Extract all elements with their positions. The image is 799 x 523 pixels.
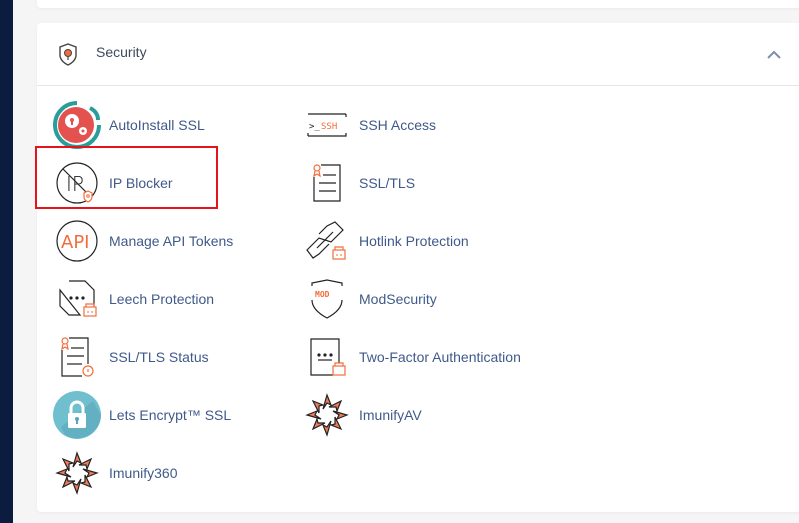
item-ssl-tls[interactable]: SSL/TLS [301, 158, 415, 208]
left-sidebar [0, 0, 13, 523]
modsecurity-shield-icon: MOD [301, 274, 353, 324]
leech-protection-icon [51, 274, 103, 324]
item-ssl-tls-status[interactable]: SSL/TLS Status [51, 332, 209, 382]
item-label: Lets Encrypt™ SSL [109, 407, 232, 423]
section-title: Security [96, 44, 147, 60]
item-imunifyav[interactable]: ImunifyAV [301, 390, 422, 440]
item-autoinstall-ssl[interactable]: AutoInstall SSL [51, 100, 205, 150]
item-imunify360[interactable]: Imunify360 [51, 448, 177, 498]
item-label: Hotlink Protection [359, 233, 469, 249]
autoinstall-ssl-icon [51, 100, 103, 150]
svg-text:MOD: MOD [315, 290, 330, 299]
item-lets-encrypt-ssl[interactable]: Lets Encrypt™ SSL [51, 390, 231, 440]
item-label: ModSecurity [359, 291, 437, 307]
hotlink-chain-icon [301, 216, 353, 266]
ip-blocker-highlight-box [35, 146, 218, 209]
chevron-up-icon[interactable] [764, 45, 784, 65]
svg-text:API: API [61, 232, 89, 253]
shield-keyhole-icon [55, 41, 81, 67]
api-icon: API [51, 216, 103, 266]
security-section-card: Security AutoInstall SSL >_ SSH SSH Acce… [37, 23, 799, 512]
security-section-header[interactable]: Security [37, 23, 799, 86]
item-label: SSH Access [359, 117, 437, 133]
ssl-status-icon [51, 332, 103, 382]
svg-text:SSH: SSH [321, 122, 337, 132]
item-modsecurity[interactable]: MOD ModSecurity [301, 274, 437, 324]
two-factor-icon [301, 332, 353, 382]
imunify-icon [301, 390, 353, 440]
ssh-prompt: >_ [309, 122, 320, 132]
item-ssh-access[interactable]: >_ SSH SSH Access [301, 100, 436, 150]
item-label: SSL/TLS Status [109, 349, 209, 365]
item-hotlink-protection[interactable]: Hotlink Protection [301, 216, 469, 266]
item-leech-protection[interactable]: Leech Protection [51, 274, 214, 324]
lets-encrypt-lock-icon [51, 390, 103, 440]
item-label: AutoInstall SSL [109, 117, 205, 133]
item-label: Imunify360 [109, 465, 178, 481]
item-two-factor-authentication[interactable]: Two-Factor Authentication [301, 332, 521, 382]
item-label: ImunifyAV [359, 407, 422, 423]
previous-section-card [37, 0, 799, 8]
ssh-terminal-icon: >_ SSH [301, 100, 353, 150]
item-manage-api-tokens[interactable]: API Manage API Tokens [51, 216, 233, 266]
certificate-icon [301, 158, 353, 208]
item-label: SSL/TLS [359, 175, 416, 191]
item-label: Leech Protection [109, 291, 215, 307]
item-label: Manage API Tokens [109, 233, 234, 249]
item-label: Two-Factor Authentication [359, 349, 521, 365]
imunify-icon [51, 448, 103, 498]
